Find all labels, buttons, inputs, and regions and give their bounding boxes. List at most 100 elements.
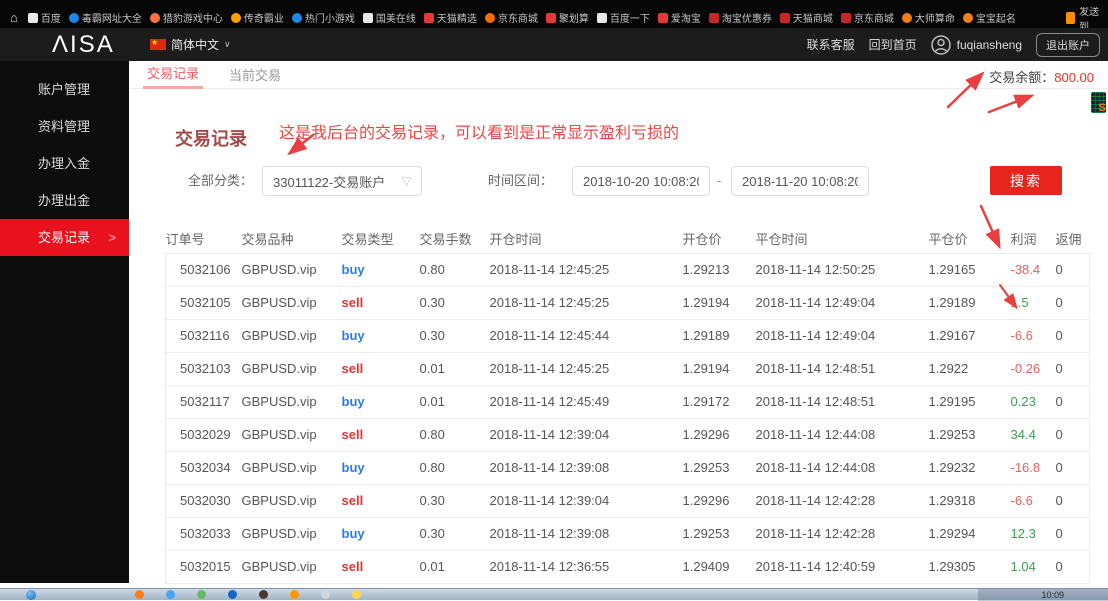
bookmark-label: 宝宝起名	[975, 14, 1016, 25]
bookmark-item[interactable]: 猎豹游戏中心	[149, 10, 223, 25]
cell-close-time: 2018-11-14 12:42:28	[755, 516, 929, 550]
cell-open-price: 1.29189	[682, 318, 756, 352]
cell-lots: 0.01	[419, 351, 490, 385]
cell-close-price: 1.29167	[928, 318, 1011, 352]
bookmark-favicon	[779, 12, 790, 23]
bookmark-item[interactable]: 聚划算	[545, 10, 589, 25]
start-button-icon[interactable]	[26, 590, 36, 600]
home-icon[interactable]: ⌂	[10, 11, 18, 24]
cell-profit: -16.8	[1010, 450, 1056, 484]
sidebar-item[interactable]: 办理入金 >	[0, 145, 129, 182]
sidebar-item-label: 办理入金	[38, 156, 91, 171]
bookmark-label: 百度	[40, 14, 61, 25]
cell-symbol: GBPUSD.vip	[241, 285, 342, 319]
cell-symbol: GBPUSD.vip	[241, 450, 342, 484]
bookmark-label: 毒霸网址大全	[81, 14, 142, 25]
cell-lots: 0.01	[419, 384, 490, 418]
tab[interactable]: 当前交易	[225, 61, 285, 89]
bookmark-item[interactable]: 宝宝起名	[962, 10, 1016, 25]
bookmark-item[interactable]: 热门小游戏	[291, 10, 355, 25]
category-select[interactable]: 33011122-交易账户 ▽	[262, 166, 422, 196]
column-header: 订单号	[165, 232, 205, 248]
column-header: 交易品种	[241, 232, 294, 248]
bookmark-favicon	[840, 12, 851, 23]
bookmark-item[interactable]: 天猫商城	[779, 10, 833, 25]
taskbar-app-icon[interactable]	[290, 590, 299, 599]
taskbar-app-icon[interactable]	[197, 590, 206, 599]
bookmark-label: 爱淘宝	[670, 14, 701, 25]
back-to-home-link[interactable]: 回到首页	[869, 36, 917, 53]
category-label: 全部分类：	[188, 173, 254, 188]
bookmark-item[interactable]: 百度	[27, 10, 61, 25]
column-header: 交易手数	[419, 232, 472, 248]
date-range-label: 时间区间：	[488, 173, 554, 188]
cell-open-price: 1.29296	[682, 483, 756, 517]
sidebar-item[interactable]: 交易记录 >	[0, 219, 129, 256]
cell-close-price: 1.2922	[928, 351, 1011, 385]
cell-open-price: 1.29253	[682, 450, 756, 484]
search-button[interactable]: 搜索	[990, 166, 1062, 195]
bookmark-label: 大师算命	[914, 14, 955, 25]
table-row: 5032103 GBPUSD.vip sell 0.01 2018-11-14 …	[165, 351, 1090, 385]
bookmark-item[interactable]: 传奇霸业	[230, 10, 284, 25]
bookmark-label: 聚划算	[558, 14, 589, 25]
language-switcher[interactable]: ★ 简体中文 ∨	[150, 28, 231, 61]
taskbar-icons	[135, 590, 361, 599]
cell-order-no: 5032106	[165, 252, 242, 286]
cell-open-price: 1.29213	[682, 252, 756, 286]
bookmark-item[interactable]: 大师算命	[901, 10, 955, 25]
cell-profit: 1.04	[1010, 549, 1056, 584]
balance-display: 交易余额：800.00	[989, 67, 1094, 86]
bookmark-item[interactable]: 爱淘宝	[657, 10, 701, 25]
tab[interactable]: 交易记录	[143, 61, 204, 89]
taskbar-app-icon[interactable]	[352, 590, 361, 599]
screenshot-tool-icon[interactable]: S	[1091, 92, 1106, 114]
cell-symbol: GBPUSD.vip	[241, 351, 342, 385]
category-select-value: 33011122-交易账户	[273, 174, 386, 190]
cell-lots: 0.01	[419, 549, 490, 584]
table-header-row: 订单号 交易品种 交易类型 交易手数 开仓时间 开仓价 平仓时间 平仓价 利润 返佣	[166, 225, 1090, 253]
date-from-input[interactable]	[572, 166, 710, 196]
bookmark-item[interactable]: 京东商城	[840, 10, 894, 25]
send-to-phone[interactable]: 发送到	[1062, 7, 1108, 28]
bookmark-label: 京东商城	[497, 14, 538, 25]
table-row: 5032030 GBPUSD.vip sell 0.30 2018-11-14 …	[165, 483, 1090, 517]
cell-symbol: GBPUSD.vip	[241, 549, 342, 584]
column-header: 开仓价	[682, 232, 722, 248]
bookmark-item[interactable]: 天猫精选	[423, 10, 477, 25]
sidebar-item[interactable]: 资料管理 >	[0, 108, 129, 145]
cell-symbol: GBPUSD.vip	[241, 252, 342, 286]
contact-support-link[interactable]: 联系客服	[807, 36, 855, 53]
sidebar-item[interactable]: 账户管理 >	[0, 71, 129, 108]
bookmark-label: 淘宝优惠券	[721, 14, 772, 25]
taskbar-app-icon[interactable]	[259, 590, 268, 599]
taskbar-app-icon[interactable]	[135, 590, 144, 599]
cell-open-price: 1.29194	[682, 351, 756, 385]
bookmark-label: 传奇霸业	[243, 14, 284, 25]
taskbar: 10:09	[0, 588, 1108, 601]
date-to-input[interactable]	[731, 166, 869, 196]
china-flag-icon: ★	[150, 38, 166, 50]
taskbar-app-icon[interactable]	[228, 590, 237, 599]
sidebar-item[interactable]: 办理出金 >	[0, 182, 129, 219]
bookmark-item[interactable]: 百度一下	[596, 10, 650, 25]
taskbar-app-icon[interactable]	[166, 590, 175, 599]
bookmark-item[interactable]: 国美在线	[362, 10, 416, 25]
bookmark-item[interactable]: 京东商城	[484, 10, 538, 25]
cell-order-no: 5032034	[165, 450, 242, 484]
logout-button[interactable]: 退出账户	[1036, 32, 1100, 57]
taskbar-clock[interactable]: 10:09	[1041, 590, 1064, 600]
cell-open-time: 2018-11-14 12:39:08	[489, 450, 683, 484]
user-chip[interactable]: fuqiansheng	[930, 34, 1022, 55]
taskbar-app-icon[interactable]	[321, 590, 330, 599]
cell-open-price: 1.29409	[682, 549, 756, 584]
bookmark-item[interactable]: 毒霸网址大全	[68, 10, 142, 25]
cell-trade-type: buy	[341, 384, 420, 418]
cell-profit: -6.6	[1010, 318, 1056, 352]
cell-lots: 0.80	[419, 450, 490, 484]
chevron-right-icon: >	[108, 230, 116, 245]
table-row: 5032116 GBPUSD.vip buy 0.30 2018-11-14 1…	[165, 318, 1090, 352]
bookmark-item[interactable]: 淘宝优惠券	[708, 10, 772, 25]
cell-close-time: 2018-11-14 12:48:51	[755, 384, 929, 418]
bookmark-favicon	[149, 12, 160, 23]
